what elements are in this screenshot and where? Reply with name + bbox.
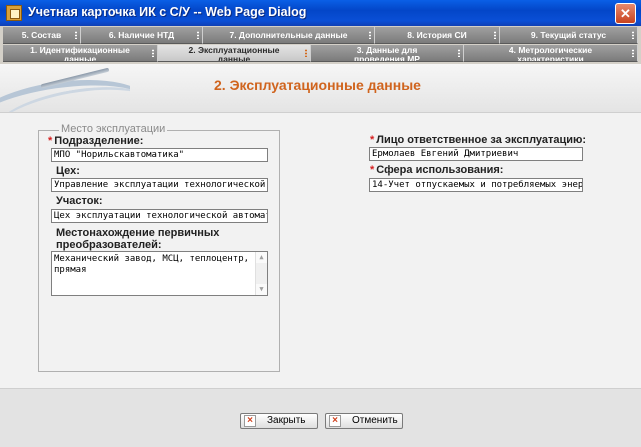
tab-metrological-characteristics[interactable]: 4. Метрологические характеристики — [464, 45, 638, 62]
tab-label-line1: 3. Данные для — [356, 45, 418, 55]
tab-label-line2: проведения МР — [354, 54, 420, 62]
responsible-person-field[interactable]: Ермолаев Евгений Дмитриевич — [369, 147, 583, 161]
required-marker: * — [370, 134, 375, 146]
tab-grip-icon — [632, 49, 634, 57]
subdivision-label: * Подразделение: — [48, 135, 144, 147]
textarea-scrollbar[interactable]: ▲ ▼ — [255, 252, 267, 295]
responsible-person-label: * Лицо ответственное за эксплуатацию: — [370, 134, 587, 146]
subdivision-field[interactable]: МПО "Норильскавтоматика" — [51, 148, 268, 162]
tab-additional-data[interactable]: 7. Дополнительные данные — [203, 27, 375, 44]
workshop-label: Цех: — [56, 165, 80, 177]
cancel-button[interactable]: × Отменить — [325, 413, 403, 429]
tab-operational-data[interactable]: 2. Эксплуатационные данные — [158, 45, 311, 62]
section-label: Участок: — [56, 195, 103, 207]
location-group-legend: Место эксплуатации — [59, 123, 168, 135]
usage-area-field[interactable]: 14-Учет отпускаемых и потребляемых энерг — [369, 178, 583, 192]
tab-label-line2: характеристики — [517, 54, 584, 62]
dialog-footer: × Закрыть × Отменить — [0, 388, 641, 447]
tab-grip-icon — [369, 31, 371, 39]
tab-grip-icon — [458, 49, 460, 57]
sensor-location-label-line2: преобразователей: — [56, 239, 162, 251]
tab-grip-icon — [152, 49, 154, 57]
close-button[interactable]: × Закрыть — [240, 413, 318, 429]
window-close-button[interactable]: ✕ — [615, 3, 636, 24]
cancel-doc-icon: × — [329, 415, 341, 427]
sensor-location-textarea[interactable]: Механический завод, МСЦ, теплоцентр, пря… — [51, 251, 268, 296]
location-group: Место эксплуатации * Подразделение: МПО "… — [38, 123, 280, 372]
tab-ntd[interactable]: 6. Наличие НТД — [81, 27, 203, 44]
tab-grip-icon — [75, 31, 77, 39]
scroll-up-icon[interactable]: ▲ — [256, 252, 267, 263]
tab-label-line1: 4. Метрологические — [508, 45, 593, 55]
tab-grip-icon — [305, 49, 307, 57]
tab-label-line2: данные — [63, 54, 97, 62]
required-marker: * — [370, 164, 375, 176]
tab-mr-data[interactable]: 3. Данные для проведения МР — [311, 45, 464, 62]
tab-label: 9. Текущий статус — [530, 30, 607, 40]
tab-label-line1: 1. Идентификационные — [30, 45, 130, 55]
scroll-down-icon[interactable]: ▼ — [256, 284, 267, 295]
app-icon — [6, 5, 22, 21]
tab-label: 7. Дополнительные данные — [229, 30, 348, 40]
window-title-bar: Учетная карточка ИК с С/У -- Web Page Di… — [0, 0, 641, 26]
tab-identification-data[interactable]: 1. Идентификационные данные — [3, 45, 158, 62]
sensor-location-label-line1: Местонахождение первичных — [56, 227, 220, 239]
tab-composition[interactable]: 5. Состав — [3, 27, 81, 44]
cancel-button-label: Отменить — [352, 415, 398, 426]
tab-label: 8. История СИ — [407, 30, 467, 40]
tab-label: 5. Состав — [21, 30, 62, 40]
content-area: 2. Эксплуатационные данные Место эксплуа… — [0, 64, 641, 447]
tab-history[interactable]: 8. История СИ — [375, 27, 500, 44]
close-doc-icon: × — [244, 415, 256, 427]
tab-grip-icon — [197, 31, 199, 39]
section-field[interactable]: Цех эксплуатации технологической автомат… — [51, 209, 268, 223]
tab-label-line1: 2. Эксплуатационные — [188, 45, 280, 55]
header-decoration — [0, 64, 130, 112]
tab-grip-icon — [494, 31, 496, 39]
window-title: Учетная карточка ИК с С/У -- Web Page Di… — [28, 5, 307, 19]
required-marker: * — [48, 135, 53, 147]
sensor-location-text: Механический завод, МСЦ, теплоцентр, пря… — [54, 254, 250, 275]
usage-area-label: * Сфера использования: — [370, 164, 504, 176]
close-button-label: Закрыть — [267, 415, 306, 426]
page-header: 2. Эксплуатационные данные — [0, 64, 641, 113]
page-title: 2. Эксплуатационные данные — [214, 77, 421, 93]
tab-label-line2: данные — [217, 54, 251, 62]
tab-label: 6. Наличие НТД — [108, 30, 175, 40]
workshop-field[interactable]: Управление эксплуатации технологической — [51, 178, 268, 192]
tab-grip-icon — [632, 31, 634, 39]
tab-current-status[interactable]: 9. Текущий статус — [500, 27, 638, 44]
